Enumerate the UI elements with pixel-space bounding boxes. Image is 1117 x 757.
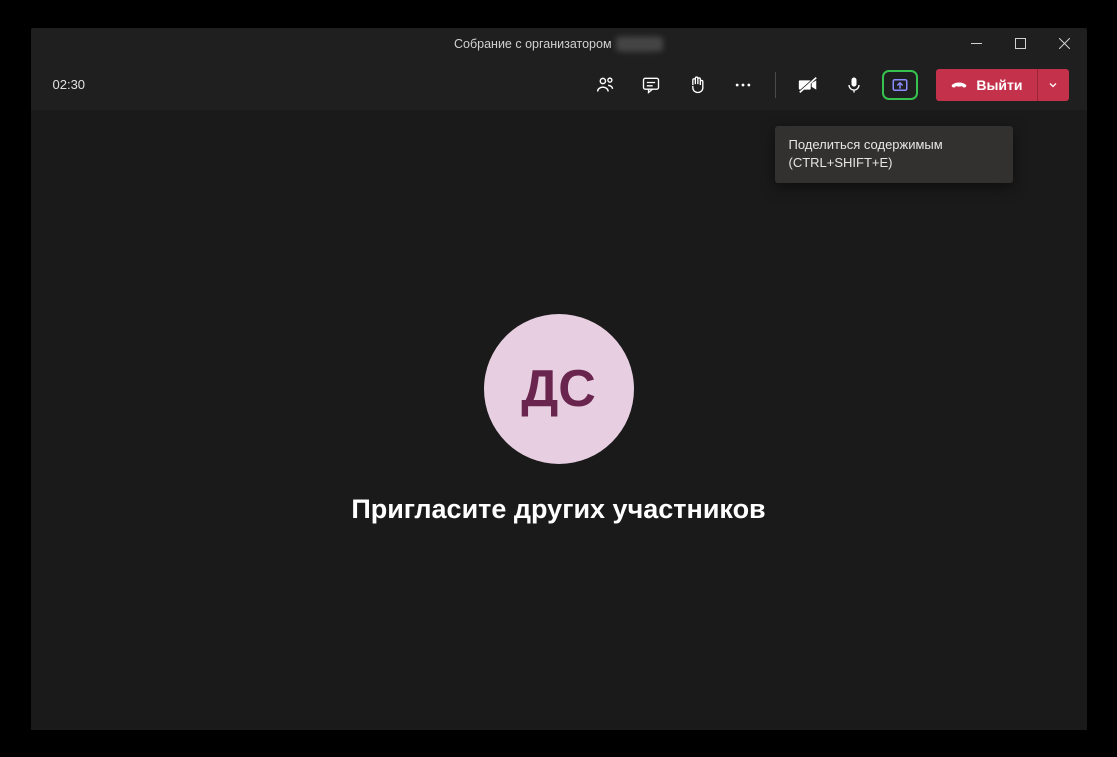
meeting-toolbar: 02:30 <box>31 60 1087 110</box>
mic-icon <box>844 75 864 95</box>
maximize-icon <box>1015 38 1026 49</box>
microphone-button[interactable] <box>834 67 874 103</box>
toolbar-separator <box>775 72 776 98</box>
participant-avatar: ДС <box>484 314 634 464</box>
more-icon <box>733 75 753 95</box>
hangup-icon <box>950 76 968 94</box>
close-button[interactable] <box>1043 28 1087 60</box>
hand-icon <box>687 75 707 95</box>
close-icon <box>1059 38 1070 49</box>
share-content-button[interactable] <box>880 67 920 103</box>
maximize-button[interactable] <box>999 28 1043 60</box>
call-timer: 02:30 <box>53 77 86 92</box>
more-actions-button[interactable] <box>723 67 763 103</box>
minimize-icon <box>971 38 982 49</box>
meeting-window: Собрание с организатором ████ 02:30 <box>31 28 1087 730</box>
camera-button[interactable] <box>788 67 828 103</box>
leave-label: Выйти <box>976 77 1022 93</box>
raise-hand-button[interactable] <box>677 67 717 103</box>
organizer-name-hidden: ████ <box>616 37 663 51</box>
title-prefix: Собрание с организатором <box>454 37 612 51</box>
chat-icon <box>641 75 661 95</box>
people-icon <box>595 74 616 95</box>
leave-dropdown-button[interactable] <box>1037 69 1069 101</box>
share-icon <box>891 76 909 94</box>
tooltip-line1: Поделиться содержимым <box>789 136 999 155</box>
leave-button-group: Выйти <box>936 69 1068 101</box>
share-highlight-box <box>882 70 918 100</box>
tooltip-line2: (CTRL+SHIFT+E) <box>789 154 999 173</box>
meeting-stage: ДС Пригласите других участников <box>31 110 1087 730</box>
avatar-initials: ДС <box>521 359 596 419</box>
chat-button[interactable] <box>631 67 671 103</box>
minimize-button[interactable] <box>955 28 999 60</box>
share-tooltip: Поделиться содержимым (CTRL+SHIFT+E) <box>775 126 1013 184</box>
invite-message: Пригласите других участников <box>351 494 765 525</box>
toolbar-actions: Выйти <box>585 67 1068 103</box>
window-controls <box>955 28 1087 60</box>
leave-button[interactable]: Выйти <box>936 69 1036 101</box>
chevron-down-icon <box>1047 79 1059 91</box>
titlebar: Собрание с организатором ████ <box>31 28 1087 60</box>
camera-off-icon <box>797 74 819 96</box>
window-title: Собрание с организатором ████ <box>454 37 663 51</box>
participants-button[interactable] <box>585 67 625 103</box>
